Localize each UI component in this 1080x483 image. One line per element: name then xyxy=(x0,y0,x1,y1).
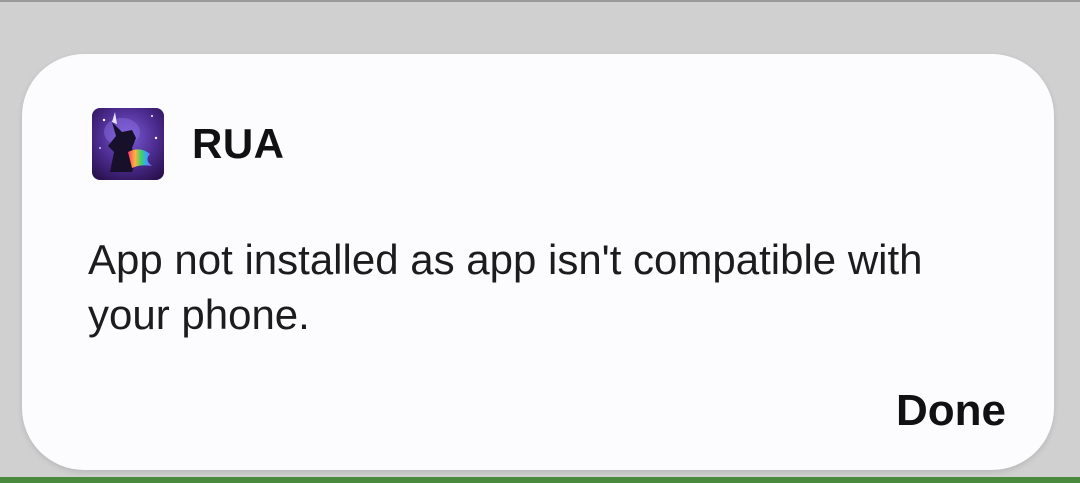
top-divider xyxy=(0,0,1080,2)
bottom-accent-bar xyxy=(0,477,1080,483)
install-error-dialog: RUA App not installed as app isn't compa… xyxy=(22,54,1054,470)
done-button[interactable]: Done xyxy=(890,382,1012,440)
error-message: App not installed as app isn't compatibl… xyxy=(88,236,923,338)
unicorn-app-icon xyxy=(92,108,164,180)
dialog-header: RUA xyxy=(92,108,285,180)
app-name-label: RUA xyxy=(192,120,285,167)
screen: RUA App not installed as app isn't compa… xyxy=(0,0,1080,483)
